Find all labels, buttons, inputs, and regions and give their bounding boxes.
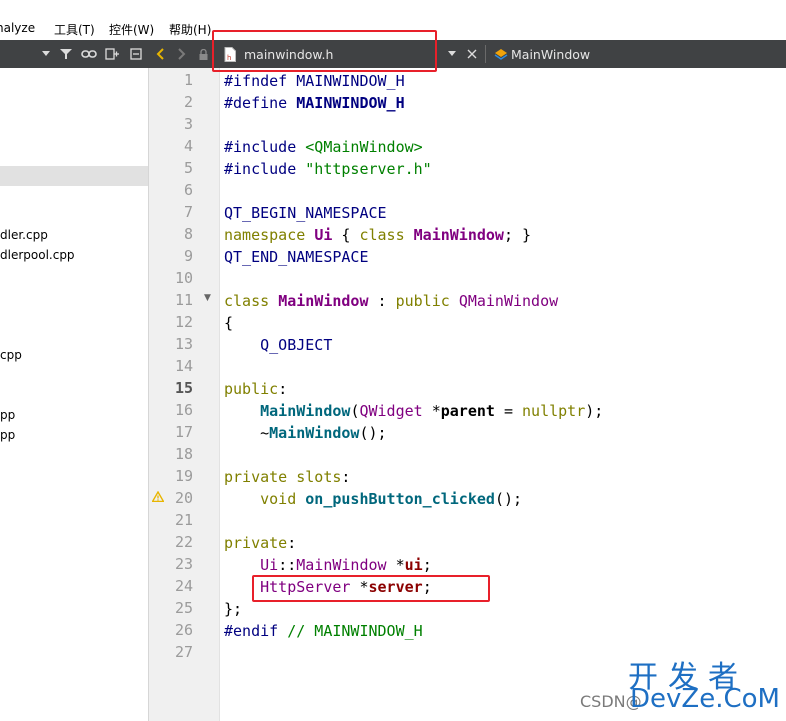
project-sidebar: dler.cpp dlerpool.cpp cpp pp pp [0, 68, 149, 721]
fold-arrow-icon[interactable]: ▼ [204, 293, 211, 303]
line-number: 3 [183, 115, 193, 133]
sidebar-file-item[interactable]: cpp [0, 348, 22, 362]
code-line-16: MainWindow(QWidget *parent = nullptr); [260, 402, 604, 420]
line-number: 11 [174, 291, 193, 309]
code-line-2: #define MAINWINDOW_H [224, 94, 405, 112]
line-number: 24 [174, 577, 193, 595]
menu-controls[interactable]: 控件(W) [109, 21, 154, 38]
sidebar-file-item[interactable]: pp [0, 408, 15, 422]
line-number: 10 [174, 269, 193, 287]
back-arrow-icon[interactable] [152, 40, 168, 68]
close-icon[interactable] [464, 40, 480, 68]
code-line-8: namespace Ui { class MainWindow; } [224, 226, 532, 244]
code-line-15: public: [224, 380, 288, 398]
line-number: 18 [174, 445, 193, 463]
line-number: 9 [183, 247, 193, 265]
code-line-19: private slots: [224, 468, 351, 486]
line-number: 22 [174, 533, 193, 551]
tab-dropdown-icon[interactable] [446, 40, 458, 68]
line-number: 26 [174, 621, 193, 639]
line-number: 5 [183, 159, 193, 177]
code-line-22: private: [224, 534, 297, 552]
class-icon [493, 40, 509, 68]
lock-icon [197, 40, 209, 68]
code-line-1: #ifndef MAINWINDOW_H [224, 72, 405, 90]
line-number: 14 [174, 357, 193, 375]
line-number: 4 [183, 137, 193, 155]
code-line-17: ~MainWindow(); [224, 424, 387, 442]
dropdown-arrow-icon[interactable] [40, 40, 52, 68]
line-number: 19 [174, 467, 193, 485]
code-line-11: class MainWindow : public QMainWindow [224, 292, 559, 310]
line-number: 6 [183, 181, 193, 199]
sidebar-file-item[interactable]: dler.cpp [0, 228, 48, 242]
code-line-4: #include <QMainWindow> [224, 138, 423, 156]
sidebar-selected-row[interactable] [0, 166, 148, 186]
split-icon[interactable] [104, 40, 120, 68]
code-line-5: #include "httpserver.h" [224, 160, 432, 178]
code-editor[interactable]: #ifndef MAINWINDOW_H #define MAINWINDOW_… [220, 68, 786, 721]
line-number: 7 [183, 203, 193, 221]
sidebar-file-item[interactable]: dlerpool.cpp [0, 248, 75, 262]
line-number: 17 [174, 423, 193, 441]
filter-icon[interactable] [58, 40, 74, 68]
code-line-7: QT_BEGIN_NAMESPACE [224, 204, 387, 222]
line-number: 13 [174, 335, 193, 353]
code-line-20: void on_pushButton_clicked(); [260, 490, 523, 508]
line-number: 25 [174, 599, 193, 617]
toolbar-divider [483, 40, 487, 68]
code-line-13: Q_OBJECT [260, 336, 333, 354]
line-number: 21 [174, 511, 193, 529]
line-number: 12 [174, 313, 193, 331]
forward-arrow-icon[interactable] [174, 40, 190, 68]
line-number: 16 [174, 401, 193, 419]
menu-tools[interactable]: 工具(T) [54, 21, 95, 38]
code-line-23: Ui::MainWindow *ui; [260, 556, 432, 574]
menu-help[interactable]: 帮助(H) [169, 21, 211, 38]
highlight-box-filename [212, 30, 437, 72]
code-line-26: #endif // MAINWINDOW_H [224, 622, 423, 640]
line-number: 1 [183, 71, 193, 89]
watermark-brand: DevZe.CoM [630, 684, 780, 714]
link-icon[interactable] [80, 40, 98, 68]
warning-icon[interactable] [152, 491, 164, 502]
sidebar-file-item[interactable]: pp [0, 428, 15, 442]
line-number: 27 [174, 643, 193, 661]
symbol-selector[interactable]: MainWindow [511, 40, 590, 68]
line-number: 2 [183, 93, 193, 111]
menu-analyze[interactable]: nalyze [0, 21, 35, 35]
code-line-9: QT_END_NAMESPACE [224, 248, 369, 266]
code-line-25: }; [224, 600, 243, 618]
close-split-icon[interactable] [128, 40, 144, 68]
line-number: 15 [174, 379, 193, 397]
code-line-12: { [224, 314, 234, 332]
line-number-gutter: 1 2 3 4 5 6 7 8 9 10 11 12 13 14 15 16 17 18 19 20 21 22 23 24 2… [149, 68, 220, 721]
line-number: 23 [174, 555, 193, 573]
highlight-box-server-member [252, 575, 490, 602]
line-number: 8 [183, 225, 193, 243]
